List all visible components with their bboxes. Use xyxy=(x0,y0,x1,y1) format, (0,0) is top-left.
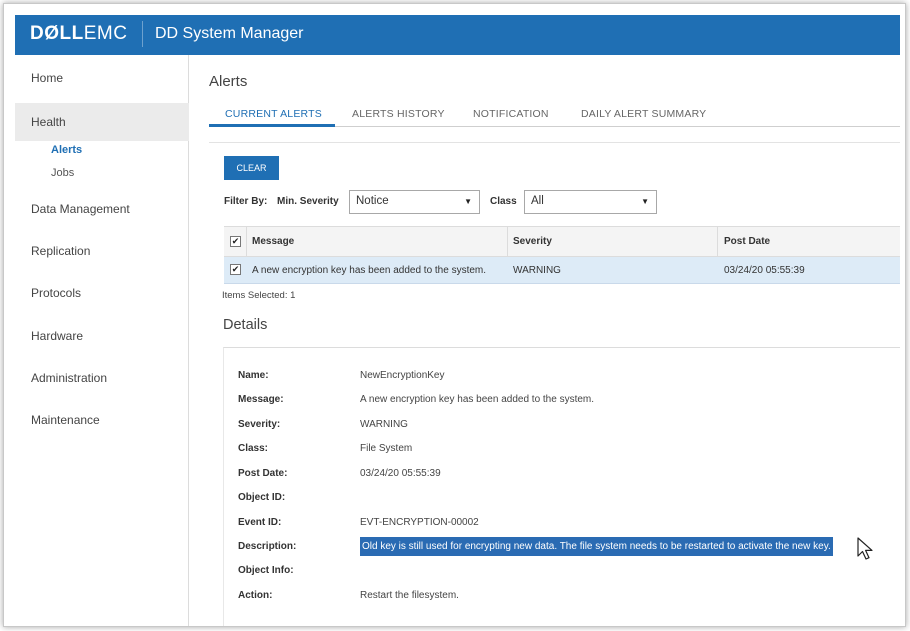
detail-key: Object ID: xyxy=(238,492,286,503)
class-label: Class xyxy=(490,196,517,207)
chevron-down-icon: ▼ xyxy=(641,197,649,206)
brand-logo-part2: EMC xyxy=(83,23,128,44)
detail-key: Action: xyxy=(238,590,273,601)
class-value: All xyxy=(531,195,544,207)
detail-row-post-date: Post Date: 03/24/20 05:55:39 xyxy=(224,464,901,484)
tab-current-alerts[interactable]: CURRENT ALERTS xyxy=(225,108,322,120)
row-checkbox[interactable]: ✔ xyxy=(230,264,241,275)
detail-key: Description: xyxy=(238,541,297,552)
main-content: Alerts CURRENT ALERTS ALERTS HISTORY NOT… xyxy=(189,55,901,626)
brand-divider xyxy=(142,21,143,47)
tab-daily-alert-summary[interactable]: DAILY ALERT SUMMARY xyxy=(581,108,706,120)
detail-row-name: Name: NewEncryptionKey xyxy=(224,366,901,386)
sidebar-item-protocols[interactable]: Protocols xyxy=(15,286,189,300)
detail-key: Event ID: xyxy=(238,517,282,528)
detail-value: Restart the filesystem. xyxy=(360,590,459,601)
tab-notification[interactable]: NOTIFICATION xyxy=(473,108,549,120)
detail-key: Class: xyxy=(238,443,269,454)
column-separator xyxy=(507,227,508,258)
table-header: ✔ Message Severity Post Date xyxy=(224,226,900,258)
brand-logo-part1: DØLL xyxy=(30,23,84,44)
detail-value: A new encryption key has been added to t… xyxy=(360,394,595,405)
detail-row-event-id: Event ID: EVT-ENCRYPTION-00002 xyxy=(224,513,901,533)
min-severity-select[interactable]: Notice ▼ xyxy=(349,190,480,214)
detail-value: File System xyxy=(360,443,413,454)
panel-divider xyxy=(209,142,900,143)
sidebar-item-replication[interactable]: Replication xyxy=(15,244,189,258)
clear-button[interactable]: CLEAR xyxy=(224,156,279,180)
mouse-pointer-icon xyxy=(857,537,873,560)
filter-by-label: Filter By: xyxy=(224,196,268,207)
row-post-date: 03/24/20 05:55:39 xyxy=(724,265,805,276)
sidebar-item-home[interactable]: Home xyxy=(15,71,189,91)
detail-key: Post Date: xyxy=(238,468,288,479)
tab-bar: CURRENT ALERTS ALERTS HISTORY NOTIFICATI… xyxy=(209,99,900,127)
detail-row-object-info: Object Info: xyxy=(224,561,901,581)
min-severity-label: Min. Severity xyxy=(277,196,339,207)
sidebar-subitem-alerts[interactable]: Alerts xyxy=(51,144,82,156)
sidebar-item-maintenance[interactable]: Maintenance xyxy=(15,413,189,427)
detail-value: NewEncryptionKey xyxy=(360,370,445,381)
column-header-post-date[interactable]: Post Date xyxy=(724,236,770,247)
check-icon: ✔ xyxy=(231,264,240,274)
detail-value: EVT-ENCRYPTION-00002 xyxy=(360,517,479,528)
min-severity-value: Notice xyxy=(356,195,389,207)
detail-value: WARNING xyxy=(360,419,408,430)
app-title: DD System Manager xyxy=(155,25,304,42)
column-header-message[interactable]: Message xyxy=(252,236,294,247)
items-selected-count: Items Selected: 1 xyxy=(222,290,296,301)
detail-row-action: Action: Restart the filesystem. xyxy=(224,586,901,606)
row-message: A new encryption key has been added to t… xyxy=(252,265,487,276)
sidebar-subitem-jobs[interactable]: Jobs xyxy=(51,167,74,179)
filter-row: Filter By: Min. Severity Notice ▼ Class … xyxy=(224,189,884,215)
check-icon: ✔ xyxy=(231,236,240,246)
select-all-checkbox[interactable]: ✔ xyxy=(230,236,241,247)
app-window: DØLLEMC DD System Manager Home Health Al… xyxy=(3,3,906,627)
class-select[interactable]: All ▼ xyxy=(524,190,657,214)
detail-row-class: Class: File System xyxy=(224,439,901,459)
column-separator xyxy=(246,227,247,258)
sidebar-item-administration[interactable]: Administration xyxy=(15,371,189,385)
detail-value: 03/24/20 05:55:39 xyxy=(360,468,441,479)
top-banner: DØLLEMC DD System Manager xyxy=(15,15,900,55)
details-title: Details xyxy=(223,317,268,333)
detail-row-severity: Severity: WARNING xyxy=(224,415,901,435)
detail-key: Message: xyxy=(238,394,284,405)
sidebar-item-hardware[interactable]: Hardware xyxy=(15,329,189,343)
sidebar: Home Health Alerts Jobs Data Management … xyxy=(15,55,189,626)
detail-row-description: Description: Old key is still used for e… xyxy=(224,537,901,557)
brand-logo: DØLLEMC xyxy=(30,23,127,45)
table-row[interactable]: ✔ A new encryption key has been added to… xyxy=(224,257,900,284)
sidebar-item-health[interactable]: Health xyxy=(15,103,189,141)
column-separator xyxy=(717,227,718,258)
page-title: Alerts xyxy=(209,73,248,90)
column-header-severity[interactable]: Severity xyxy=(513,236,552,247)
detail-row-object-id: Object ID: xyxy=(224,488,901,508)
detail-row-message: Message: A new encryption key has been a… xyxy=(224,390,901,410)
details-panel: Name: NewEncryptionKey Message: A new en… xyxy=(223,347,901,626)
active-tab-indicator xyxy=(209,124,335,127)
detail-key: Object Info: xyxy=(238,565,294,576)
chevron-down-icon: ▼ xyxy=(464,197,472,206)
detail-value-selected-text[interactable]: Old key is still used for encrypting new… xyxy=(360,537,833,556)
row-severity: WARNING xyxy=(513,265,561,276)
detail-key: Severity: xyxy=(238,419,281,430)
detail-key: Name: xyxy=(238,370,269,381)
tab-alerts-history[interactable]: ALERTS HISTORY xyxy=(352,108,445,120)
sidebar-item-data-management[interactable]: Data Management xyxy=(15,202,189,216)
